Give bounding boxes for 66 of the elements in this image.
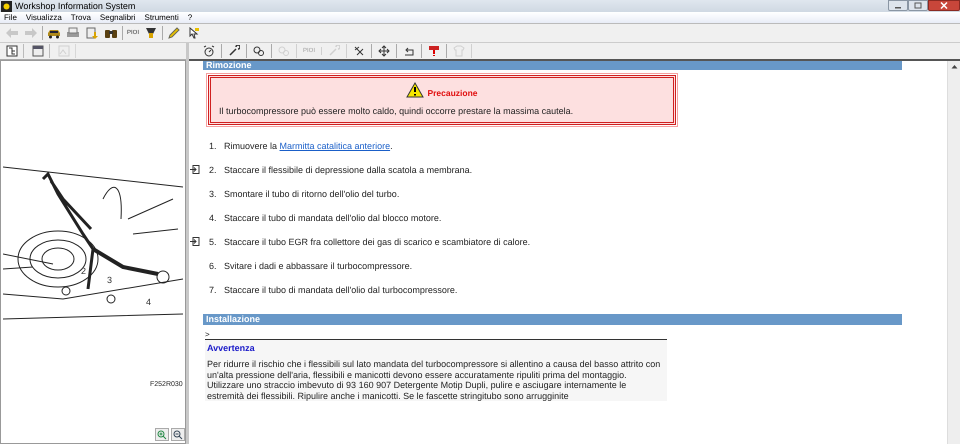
document-icon [85, 27, 99, 39]
scrollbar[interactable] [947, 61, 960, 444]
warning-icon [406, 82, 424, 98]
callout-number: 3 [107, 275, 112, 285]
callout-number: 2 [81, 266, 86, 276]
pencil-icon [167, 27, 182, 39]
step-text: Staccare il tubo di mandata dell'olio dal blocco motore. [224, 212, 442, 222]
zoom-out-icon [173, 430, 183, 440]
caution-title: Precauzione [427, 88, 478, 98]
reference-icon[interactable] [190, 165, 200, 174]
menu-item[interactable]: File [4, 13, 17, 22]
window-icon [32, 45, 44, 57]
step-text: Svitare i dadi e abbassare il turbocompressore. [224, 260, 412, 270]
document-button[interactable] [84, 26, 100, 40]
printer-icon [66, 27, 80, 39]
reference-icon[interactable] [190, 237, 200, 246]
step-text: Staccare il tubo di mandata dell'olio dal turbocompressore. [224, 284, 458, 294]
callout-number: 4 [146, 297, 152, 307]
menu-item[interactable]: ? [188, 13, 192, 22]
back-icon [5, 27, 19, 39]
step-text: Staccare il flessibile di depressione dalla scatola a membrana. [224, 164, 472, 174]
undo-icon [403, 45, 416, 57]
step-number: 3. [208, 188, 218, 198]
zoom-in-button[interactable] [155, 428, 169, 441]
step-text: Smontare il tubo di ritorno dell'olio del turbo. [224, 188, 400, 198]
step-number: 6. [208, 260, 218, 270]
maximize-icon [914, 2, 922, 9]
menu-item[interactable]: Strumenti [144, 13, 179, 22]
move-icon [378, 45, 390, 57]
tree-view-button[interactable] [4, 44, 24, 58]
close-button[interactable] [928, 0, 960, 11]
menu-item[interactable]: Trova [70, 13, 91, 22]
section-heading: Rimozione [203, 61, 902, 70]
zoom-out-button[interactable] [171, 428, 185, 441]
zoom-in-icon [157, 430, 167, 440]
minimize-button[interactable] [888, 0, 908, 11]
warning-text: Per ridurre il rischio che i flessibili sul lato mandata del turbocompressore si allentino a causa del basso attrito con un'alta pressione dell'aria, flessibili e manicotti devono essere accuratamente ripuliti prima del montaggio. Utilizzare uno straccio imbevuto di 93 160 907 Detergente Motip Dupli, pulire e asciugare internamente le estremità dei flessibili. Ripulire anche i manicotti. Se le fascette stringitubo sono arrugginite [207, 359, 662, 401]
image-icon [58, 45, 70, 57]
clock-icon [203, 45, 215, 57]
forward-icon [24, 27, 38, 39]
window-title: Workshop Information System [15, 1, 136, 11]
menu-item[interactable]: Visualizza [26, 13, 62, 22]
car-icon [47, 27, 61, 39]
step-number: 4. [208, 212, 218, 222]
step-number: 2. [208, 164, 218, 174]
step-number: 7. [208, 284, 218, 294]
step-number: 1. [208, 140, 218, 150]
step-text: Rimuovere la Marmitta catalitica anteriore. [224, 140, 393, 150]
caution-text: Il turbocompressore può essere molto caldo, quindi occorre prestare la massima cautela. [219, 106, 574, 116]
section-heading: Installazione [203, 314, 902, 325]
maximize-button[interactable] [908, 0, 928, 11]
printer-button[interactable] [65, 26, 81, 40]
pencil-button[interactable] [166, 26, 182, 40]
scroll-up-icon [950, 64, 958, 69]
step-link[interactable]: Marmitta catalitica anteriore [280, 140, 390, 150]
close-icon [940, 2, 948, 9]
menu-item[interactable]: Segnalibri [100, 13, 136, 22]
tree-icon [6, 45, 18, 57]
app-icon [1, 0, 12, 12]
step-text: Staccare il tubo EGR fra collettore dei gas di scarico e scambiatore di calore. [224, 236, 530, 246]
window-view-button[interactable] [30, 44, 50, 58]
binoculars-icon [104, 27, 118, 39]
anchor-marker: > [205, 331, 211, 339]
warning-title: Avvertenza [207, 343, 256, 353]
step-number: 5. [208, 236, 218, 246]
shirt-icon [453, 45, 466, 57]
